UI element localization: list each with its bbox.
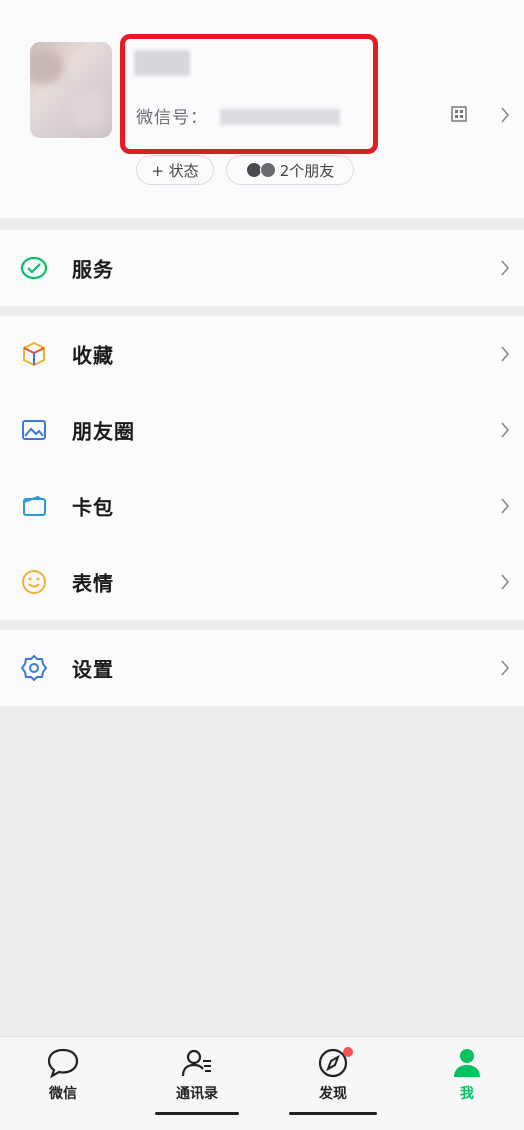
chevron-right-icon [501, 346, 510, 362]
tab-contacts[interactable]: 通讯录 [155, 1047, 239, 1123]
chevron-right-icon [501, 660, 510, 676]
tab-label: 通讯录 [176, 1086, 218, 1102]
profile-header[interactable]: 微信号： + 状态 2个朋友 [0, 0, 524, 218]
gear-icon [20, 654, 48, 682]
bottom-tab-bar: 微信 通讯录 发现 我 [0, 1036, 524, 1130]
services-icon [20, 256, 48, 280]
tab-discover[interactable]: 发现 [289, 1047, 377, 1123]
menu-item-settings[interactable]: 设置 [0, 630, 524, 706]
tab-label: 微信 [49, 1086, 77, 1102]
menu-item-label: 设置 [72, 657, 114, 682]
menu-item-label: 表情 [72, 571, 114, 596]
cube-icon [23, 341, 45, 367]
menu-item-services[interactable]: 服务 [0, 230, 524, 306]
chevron-right-icon [501, 498, 510, 514]
tab-label: 发现 [319, 1086, 347, 1102]
settings-group: 设置 [0, 630, 524, 706]
services-group: 服务 [0, 230, 524, 306]
menu-item-label: 卡包 [72, 495, 114, 520]
friends-count-label: 2个朋友 [279, 161, 335, 180]
image-icon [22, 420, 46, 440]
wallet-icon [23, 495, 46, 516]
chevron-right-icon [501, 422, 510, 438]
friend-avatar [259, 162, 276, 178]
qr-code-icon[interactable] [451, 106, 467, 122]
menu-item-stickers[interactable]: 表情 [0, 544, 524, 620]
add-status-label: + 状态 [151, 161, 199, 180]
friends-pill[interactable]: 2个朋友 [226, 155, 354, 185]
menu-item-label: 朋友圈 [72, 419, 135, 444]
smiley-icon [22, 570, 46, 594]
menu-item-label: 收藏 [72, 343, 114, 368]
add-status-button[interactable]: + 状态 [136, 155, 214, 185]
tab-label: 我 [460, 1086, 474, 1102]
person-icon [454, 1049, 480, 1077]
avatar[interactable] [30, 42, 112, 138]
tab-chats[interactable]: 微信 [23, 1047, 103, 1123]
menu-item-label: 服务 [72, 257, 114, 282]
highlight-annotation-box [120, 34, 378, 154]
chevron-right-icon [501, 260, 510, 276]
notification-dot [343, 1047, 353, 1057]
chevron-right-icon [501, 574, 510, 590]
chat-bubble-icon [47, 1048, 79, 1079]
menu-item-favorites[interactable]: 收藏 [0, 316, 524, 392]
tab-me[interactable]: 我 [427, 1047, 507, 1123]
menu-item-moments[interactable]: 朋友圈 [0, 392, 524, 468]
chevron-right-icon[interactable] [500, 106, 510, 124]
menu-item-cards[interactable]: 卡包 [0, 468, 524, 544]
contacts-icon [181, 1049, 211, 1077]
main-menu-group: 收藏 朋友圈 卡包 表情 [0, 316, 524, 620]
